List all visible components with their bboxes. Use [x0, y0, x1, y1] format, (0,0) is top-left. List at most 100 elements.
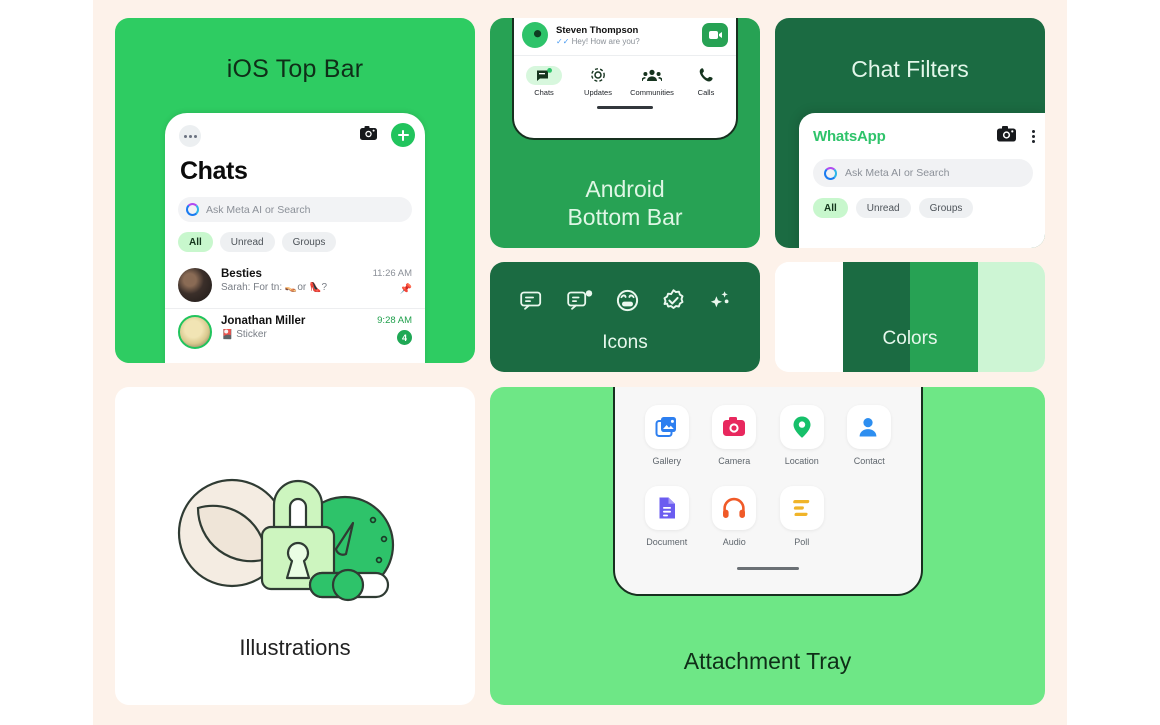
home-indicator [597, 106, 653, 109]
whatsapp-panel-mockup: WhatsApp Ask Meta AI or Search All Unrea… [799, 113, 1045, 248]
android-phone-mockup: Steven Thompson ✓✓ Hey! How are you? Cha… [512, 18, 738, 140]
ai-sparkle-icon [708, 289, 731, 317]
poll-icon[interactable] [779, 486, 824, 530]
card-colors[interactable]: Colors [775, 262, 1045, 372]
table-row[interactable]: Jonathan Miller 🎴 Sticker 9:28 AM 4 [165, 308, 425, 355]
filter-chip-unread[interactable]: Unread [219, 232, 275, 252]
video-camera-icon[interactable] [702, 23, 728, 47]
search-input[interactable]: Ask Meta AI or Search [813, 159, 1033, 187]
search-input[interactable]: Ask Meta AI or Search [178, 197, 412, 222]
sidebar-item-label: Chats [534, 88, 554, 97]
new-message-icon [566, 289, 593, 317]
attachment-label: Document [646, 537, 688, 547]
card-title-illustrations: Illustrations [239, 635, 351, 660]
location-pin-icon[interactable] [779, 405, 824, 449]
search-placeholder: Ask Meta AI or Search [845, 167, 950, 179]
color-swatch-row [775, 262, 1045, 372]
attachment-location[interactable]: Location [768, 405, 836, 466]
sticker-face-icon [616, 289, 639, 317]
privacy-lock-illustration [170, 465, 420, 610]
chat-list: Besties Sarah: For tn: 👡or 👠? 11:26 AM 📌… [165, 262, 425, 355]
card-icons[interactable]: Icons [490, 262, 760, 372]
filter-chip-groups[interactable]: Groups [918, 198, 974, 218]
swatch-white [775, 262, 843, 372]
ios-phone-mockup: Chats Ask Meta AI or Search All Unread G… [165, 113, 425, 363]
card-title-colors: Colors [882, 328, 938, 349]
home-indicator [737, 567, 799, 570]
screenshot-stage: iOS Top Bar Chats Ask Meta AI or Search … [0, 0, 1160, 725]
attachment-label: Contact [853, 456, 885, 466]
message-icon [519, 290, 544, 317]
camera-icon[interactable] [997, 126, 1016, 147]
headphones-icon[interactable] [712, 486, 757, 530]
gallery-icon[interactable] [644, 405, 689, 449]
attachment-poll[interactable]: Poll [768, 486, 836, 547]
sidebar-item-communities[interactable]: Communities [625, 65, 679, 97]
chat-timestamp: 9:28 AM [377, 315, 412, 326]
card-title-line1: Android [585, 175, 665, 202]
attachment-tray-mockup: Gallery Camera Location Contact Document… [613, 387, 923, 596]
swatch-dark-green [842, 262, 910, 372]
card-android-bottom-bar[interactable]: Steven Thompson ✓✓ Hey! How are you? Cha… [490, 18, 760, 248]
kebab-menu-icon[interactable] [1032, 130, 1035, 143]
chat-filter-chips: All Unread Groups [178, 232, 425, 252]
card-illustrations[interactable]: Illustrations [115, 387, 475, 705]
sidebar-item-updates[interactable]: Updates [571, 65, 625, 97]
attachment-row: Gallery Camera Location Contact [633, 405, 903, 466]
sidebar-item-label: Updates [584, 88, 612, 97]
compose-plus-button[interactable] [391, 123, 415, 147]
attachment-document[interactable]: Document [633, 486, 701, 547]
card-chat-filters[interactable]: Chat Filters WhatsApp Ask Meta AI or Sea… [775, 18, 1045, 248]
chat-name: Besties [221, 268, 262, 280]
swatch-light-green [977, 262, 1045, 372]
avatar [178, 268, 212, 302]
chat-timestamp: 11:26 AM [372, 268, 412, 279]
card-title-attachment-tray: Attachment Tray [683, 648, 852, 674]
chats-icon [517, 65, 571, 85]
card-ios-top-bar[interactable]: iOS Top Bar Chats Ask Meta AI or Search … [115, 18, 475, 363]
document-icon[interactable] [644, 486, 689, 530]
attachment-label: Location [784, 456, 819, 466]
more-dots-icon[interactable] [179, 125, 201, 147]
communities-icon [625, 65, 679, 85]
card-title-android: Android Bottom Bar [490, 175, 760, 231]
attachment-label: Poll [794, 537, 810, 547]
attachment-grid: Gallery Camera Location Contact Document… [615, 387, 921, 547]
list-item[interactable]: Steven Thompson ✓✓ Hey! How are you? [514, 18, 736, 56]
chat-name: Steven Thompson [556, 24, 639, 36]
filter-chip-all[interactable]: All [178, 232, 213, 252]
pin-icon: 📌 [399, 284, 412, 295]
camera-icon[interactable] [360, 126, 377, 146]
sidebar-item-chats[interactable]: Chats [517, 65, 571, 97]
icon-showcase-row [490, 262, 760, 317]
meta-ai-icon [186, 203, 199, 216]
app-header: WhatsApp [799, 113, 1045, 147]
design-board: iOS Top Bar Chats Ask Meta AI or Search … [93, 0, 1067, 725]
filter-chip-unread[interactable]: Unread [855, 198, 911, 218]
card-title-ios: iOS Top Bar [226, 55, 364, 83]
chat-preview: Sarah: For tn: 👡or 👠? [221, 282, 328, 293]
calls-icon [679, 65, 733, 85]
attachment-empty-slot [836, 486, 904, 547]
search-placeholder: Ask Meta AI or Search [206, 203, 311, 216]
attachment-contact[interactable]: Contact [836, 405, 904, 466]
contact-icon[interactable] [847, 405, 892, 449]
sidebar-item-calls[interactable]: Calls [679, 65, 733, 97]
card-title-line2: Bottom Bar [567, 203, 683, 230]
card-title-chat-filters: Chat Filters [851, 56, 969, 82]
table-row[interactable]: Besties Sarah: For tn: 👡or 👠? 11:26 AM 📌 [165, 262, 425, 308]
meta-ai-icon [824, 166, 837, 180]
attachment-camera[interactable]: Camera [701, 405, 769, 466]
filter-chip-all[interactable]: All [813, 198, 848, 218]
card-attachment-tray[interactable]: Gallery Camera Location Contact Document… [490, 387, 1045, 705]
avatar [178, 315, 212, 349]
chat-filter-chips: All Unread Groups [813, 198, 1045, 218]
filter-chip-groups[interactable]: Groups [281, 232, 337, 252]
attachment-label: Camera [718, 456, 751, 466]
attachment-audio[interactable]: Audio [701, 486, 769, 547]
camera-icon[interactable] [712, 405, 757, 449]
attachment-gallery[interactable]: Gallery [633, 405, 701, 466]
sidebar-item-label: Communities [630, 88, 674, 97]
attachment-label: Audio [722, 537, 746, 547]
attachment-row: Document Audio Poll [633, 486, 903, 547]
